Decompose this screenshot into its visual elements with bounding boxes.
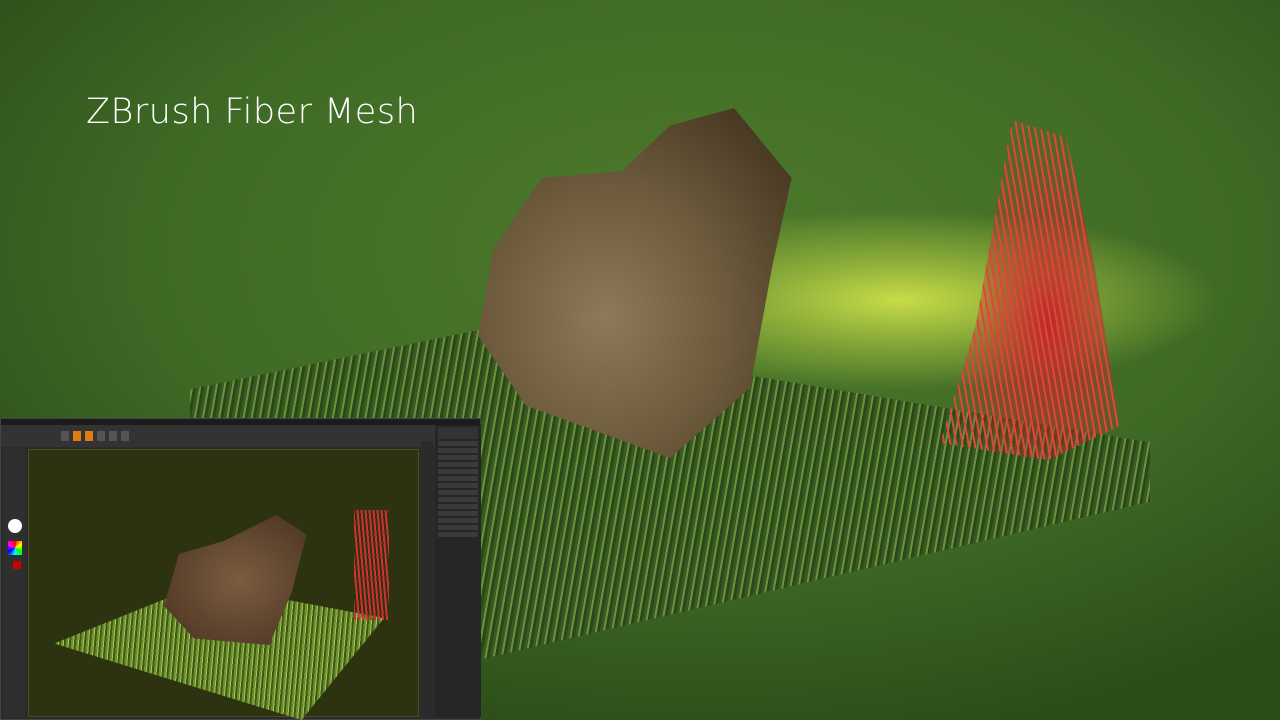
palette-item[interactable] — [438, 511, 478, 516]
color-swatch[interactable] — [13, 561, 21, 569]
palette-item[interactable] — [438, 525, 478, 530]
tool-thumbnail[interactable] — [438, 427, 478, 439]
palette-item[interactable] — [438, 518, 478, 523]
rotate-button[interactable] — [121, 431, 129, 441]
tool-palette-tray — [435, 425, 481, 717]
palette-item[interactable] — [438, 490, 478, 495]
render-red-plant — [940, 120, 1120, 460]
palette-item[interactable] — [438, 448, 478, 453]
toolbar-button[interactable] — [61, 431, 69, 441]
right-shelf[interactable] — [421, 441, 433, 717]
viewport-canvas[interactable] — [28, 449, 419, 720]
palette-item[interactable] — [438, 469, 478, 474]
left-shelf — [3, 449, 25, 717]
viewport-plant — [354, 510, 389, 620]
scale-button[interactable] — [109, 431, 117, 441]
draw-button[interactable] — [73, 431, 81, 441]
palette-item[interactable] — [438, 462, 478, 467]
top-toolbar — [1, 425, 480, 447]
palette-item[interactable] — [438, 504, 478, 509]
zbrush-app-window — [0, 418, 481, 720]
edit-button[interactable] — [85, 431, 93, 441]
palette-item[interactable] — [438, 532, 478, 537]
hero-title: ZBrush Fiber Mesh — [86, 92, 419, 132]
color-picker-icon[interactable] — [8, 541, 22, 555]
move-button[interactable] — [97, 431, 105, 441]
palette-item[interactable] — [438, 476, 478, 481]
palette-item[interactable] — [438, 497, 478, 502]
palette-item[interactable] — [438, 441, 478, 446]
palette-item[interactable] — [438, 455, 478, 460]
alpha-icon[interactable] — [8, 519, 22, 533]
palette-item[interactable] — [438, 483, 478, 488]
